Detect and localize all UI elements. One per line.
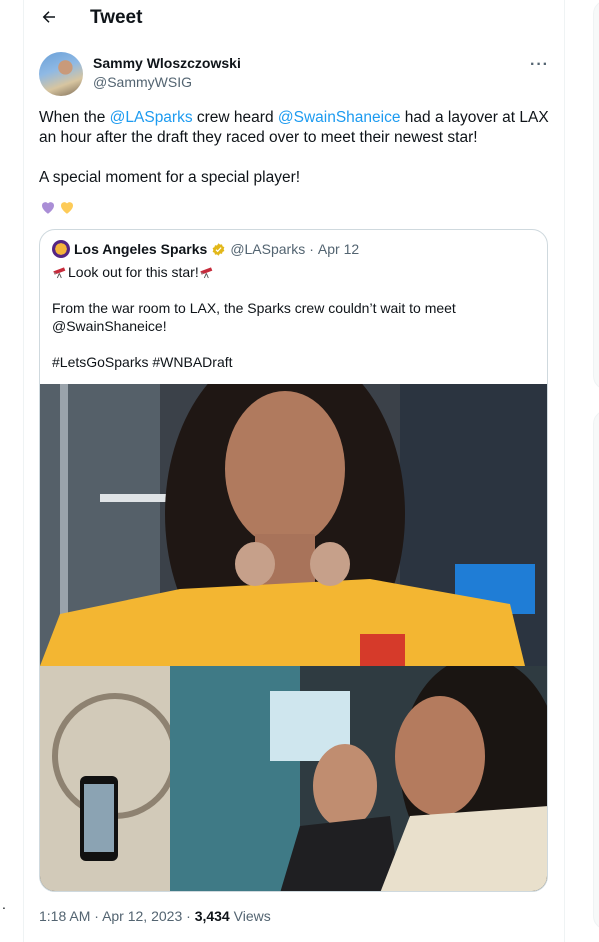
- quoted-author-name[interactable]: Los Angeles Sparks: [74, 241, 207, 257]
- video-frame-top: [40, 384, 547, 666]
- right-sidebar-card: [593, 0, 599, 390]
- arrow-left-icon: [42, 11, 55, 23]
- more-button[interactable]: ···: [530, 56, 549, 74]
- more-horizontal-icon: ···: [530, 56, 549, 73]
- quoted-tweet-header: Los Angeles Sparks @LASparks · Apr 12: [52, 240, 359, 258]
- telescope-icon: [53, 267, 66, 279]
- verified-badge-icon: [212, 242, 225, 256]
- quoted-date[interactable]: Apr 12: [318, 241, 359, 257]
- sparks-logo-icon: [52, 240, 70, 258]
- mention-link-swainshaneice[interactable]: @SwainShaneice: [278, 109, 401, 126]
- tweet-text-segment: When the: [39, 109, 110, 126]
- quoted-line2: From the war room to LAX, the Sparks cre…: [52, 300, 456, 334]
- quoted-hashtags[interactable]: #LetsGoSparks #WNBADraft: [52, 353, 537, 371]
- tweet-detail: Tweet Sammy Wloszczowski @SammyWSIG ··· …: [24, 0, 564, 942]
- page-header: Tweet: [24, 0, 564, 36]
- quoted-tweet[interactable]: Los Angeles Sparks @LASparks · Apr 12 Lo…: [39, 229, 548, 892]
- quoted-author-handle[interactable]: @LASparks: [230, 241, 305, 257]
- author-avatar[interactable]: [39, 52, 83, 96]
- emoji-row: [39, 198, 76, 216]
- quoted-line1: Look out for this star!: [68, 264, 199, 280]
- rail-marker: .: [2, 896, 6, 912]
- quoted-tweet-text: Look out for this star! From the war roo…: [52, 263, 537, 389]
- quoted-media[interactable]: [40, 384, 547, 891]
- views-label: Views: [233, 908, 271, 924]
- left-rail: .: [0, 0, 24, 942]
- author-handle[interactable]: @SammyWSIG: [93, 74, 192, 90]
- author-name[interactable]: Sammy Wloszczowski: [93, 55, 241, 71]
- meta-separator: ·: [309, 241, 314, 257]
- quoted-line1-row: Look out for this star!: [52, 263, 537, 281]
- tweet-text-segment: crew heard: [192, 109, 278, 126]
- tweet-time[interactable]: 1:18 AM: [39, 908, 90, 924]
- back-button[interactable]: [38, 6, 60, 28]
- tweet-text-line2: A special moment for a special player!: [39, 169, 301, 186]
- page-title: Tweet: [90, 7, 143, 28]
- telescope-icon: [200, 267, 213, 279]
- view-count: 3,434: [194, 908, 230, 924]
- tweet-text: When the @LASparks crew heard @SwainShan…: [39, 108, 554, 208]
- meta-separator: ·: [186, 908, 191, 924]
- mention-link-lasparks[interactable]: @LASparks: [110, 109, 193, 126]
- tweet-meta: 1:18 AM · Apr 12, 2023 · 3,434 Views: [39, 908, 271, 924]
- right-sidebar-card: [593, 410, 599, 930]
- tweet-date[interactable]: Apr 12, 2023: [102, 908, 182, 924]
- purple-heart-icon: [42, 202, 54, 214]
- yellow-heart-icon: [61, 202, 73, 214]
- video-frame-bottom: [40, 666, 547, 891]
- meta-separator: ·: [94, 908, 99, 924]
